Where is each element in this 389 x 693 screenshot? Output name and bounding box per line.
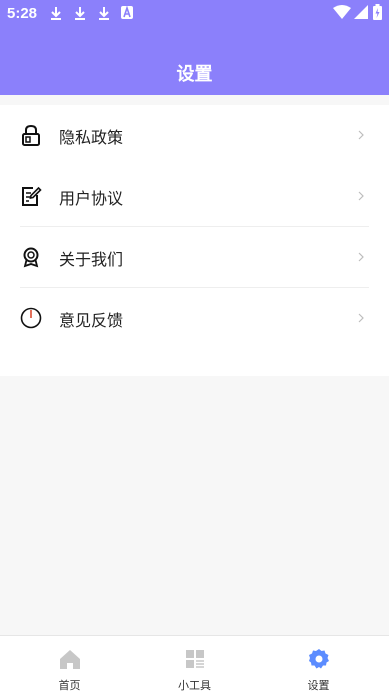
menu-item-feedback[interactable]: 意见反馈 bbox=[0, 288, 389, 349]
battery-icon bbox=[373, 4, 382, 20]
download-icon bbox=[99, 7, 109, 20]
chevron-right-icon bbox=[358, 130, 364, 140]
bottom-tab-bar: 首页 小工具 设置 bbox=[0, 635, 389, 693]
settings-list: 隐私政策 用户协议 关于我们 意见反馈 bbox=[0, 105, 389, 376]
chevron-right-icon bbox=[358, 252, 364, 262]
tab-settings[interactable]: 设置 bbox=[254, 636, 383, 693]
lock-icon bbox=[22, 124, 40, 146]
menu-item-label: 关于我们 bbox=[59, 250, 124, 269]
menu-item-user-agreement[interactable]: 用户协议 bbox=[0, 166, 389, 227]
download-icon bbox=[51, 7, 61, 20]
chevron-right-icon bbox=[358, 313, 364, 323]
tab-label: 设置 bbox=[307, 679, 330, 692]
tab-label: 小工具 bbox=[178, 679, 211, 692]
power-icon bbox=[20, 307, 42, 329]
chevron-right-icon bbox=[358, 191, 364, 201]
home-icon bbox=[60, 650, 80, 669]
font-icon bbox=[121, 6, 133, 19]
page-title: 设置 bbox=[176, 64, 213, 85]
app-header: 5:28 设置 bbox=[0, 0, 389, 95]
menu-item-label: 隐私政策 bbox=[59, 128, 124, 147]
wifi-icon bbox=[333, 5, 351, 19]
tab-tools[interactable]: 小工具 bbox=[130, 636, 259, 693]
menu-item-about-us[interactable]: 关于我们 bbox=[0, 227, 389, 288]
award-icon bbox=[23, 247, 39, 268]
gear-icon bbox=[309, 649, 329, 669]
menu-item-privacy-policy[interactable]: 隐私政策 bbox=[0, 105, 389, 166]
download-icon bbox=[75, 7, 85, 20]
tab-home[interactable]: 首页 bbox=[5, 636, 134, 693]
document-edit-icon bbox=[22, 186, 42, 206]
tab-label: 首页 bbox=[58, 679, 81, 692]
status-bar: 5:28 bbox=[0, 0, 389, 28]
signal-icon bbox=[354, 5, 368, 19]
status-time: 5:28 bbox=[7, 5, 38, 22]
menu-item-label: 用户协议 bbox=[59, 189, 124, 208]
grid-icon bbox=[186, 650, 204, 668]
menu-item-label: 意见反馈 bbox=[59, 311, 124, 330]
